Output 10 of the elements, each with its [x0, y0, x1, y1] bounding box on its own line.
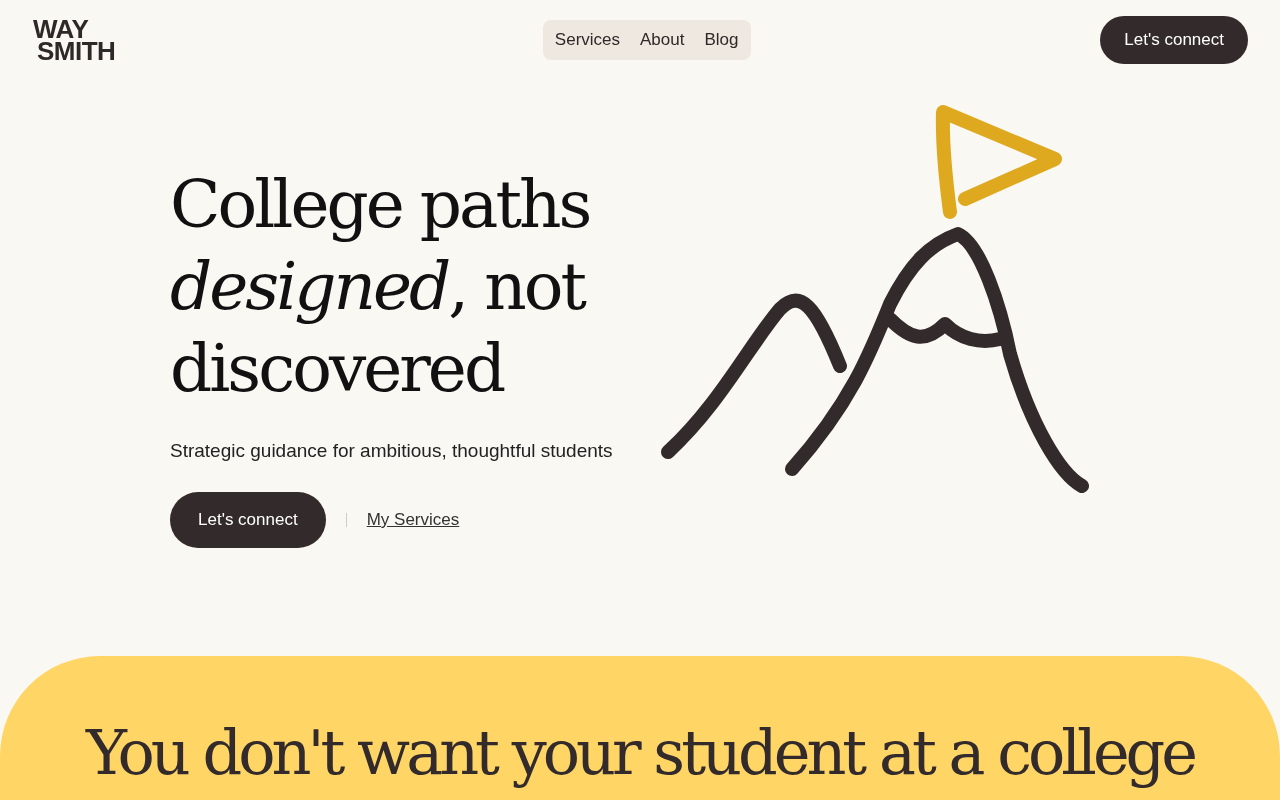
nav-link[interactable]: Blog — [694, 30, 749, 50]
services-link[interactable]: My Services — [366, 510, 460, 530]
connect-button[interactable]: Let's connect — [170, 492, 326, 548]
connect-button[interactable]: Let's connect — [1100, 16, 1248, 64]
hero-heading: College paths designed, not discovered — [170, 165, 591, 409]
nav-link[interactable]: About — [630, 30, 695, 50]
section-heading: You don't want your student at a college — [86, 718, 1194, 791]
nav-link[interactable]: Services — [544, 30, 631, 50]
hero-subtitle: Strategic guidance for ambitious, thoughtful students — [170, 440, 614, 462]
logo[interactable]: WAY SMITH — [33, 18, 133, 62]
